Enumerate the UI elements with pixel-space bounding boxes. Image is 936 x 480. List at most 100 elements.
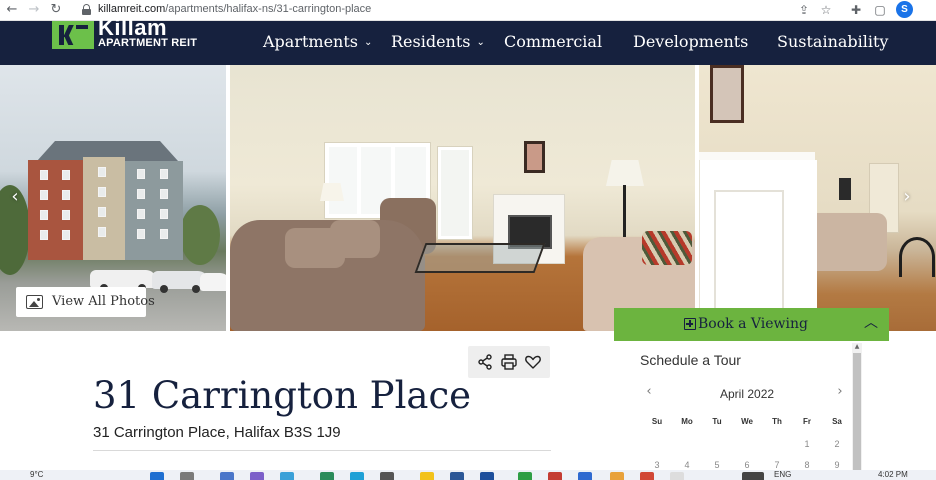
taskbar-app-icon[interactable] (548, 472, 562, 480)
search-icon[interactable] (180, 472, 194, 480)
chevron-up-icon[interactable]: ︿ (862, 314, 880, 332)
side-panel-icon[interactable]: ▢ (872, 2, 888, 18)
calendar-day[interactable]: 6 (735, 460, 759, 470)
heart-icon[interactable] (524, 353, 542, 371)
weather-text: 9°C (30, 470, 44, 479)
view-all-photos-label: View All Photos (52, 294, 155, 309)
weekday-label: Su (651, 417, 663, 426)
prev-month-icon[interactable]: ‹ (642, 385, 656, 399)
calendar-day[interactable]: 3 (645, 460, 669, 470)
killam-logo[interactable]: Killam APARTMENT REIT (52, 15, 197, 51)
forward-icon[interactable]: → (26, 2, 42, 18)
coffee-table (414, 243, 546, 273)
nav-commercial[interactable]: Commercial (504, 32, 602, 51)
schedule-tour-title: Schedule a Tour (640, 352, 741, 368)
calendar-day[interactable]: 5 (705, 460, 729, 470)
property-title: 31 Carrington Place (93, 374, 472, 417)
taskbar-app-icon[interactable] (280, 472, 294, 480)
taskbar-app-icon[interactable] (518, 472, 532, 480)
scroll-thumb[interactable] (853, 353, 861, 480)
building-brick-section (28, 160, 83, 260)
table-lamp (320, 183, 344, 201)
taskbar-app-icon[interactable] (320, 472, 334, 480)
taskbar-app-icon[interactable] (610, 472, 624, 480)
nav-apartments[interactable]: Apartments ⌄ (263, 32, 372, 51)
share-page-icon[interactable]: ⇪ (796, 2, 812, 18)
wall-picture (710, 65, 744, 123)
url-path: /apartments/halifax-ns/31-carrington-pla… (165, 3, 372, 15)
taskbar-app-icon[interactable] (640, 472, 654, 480)
next-month-icon[interactable]: › (833, 385, 847, 399)
weekday-label: Sa (832, 417, 842, 426)
nav-apartments-label: Apartments (263, 32, 358, 51)
panel-scrollbar[interactable]: ▲ (852, 343, 862, 480)
nav-commercial-label: Commercial (504, 32, 603, 51)
building-gray-section (125, 161, 183, 260)
image-icon (26, 295, 43, 309)
tree (180, 205, 220, 265)
taskbar-app-icon[interactable] (420, 472, 434, 480)
wall-picture (524, 141, 545, 173)
share-icon[interactable] (476, 353, 494, 371)
view-all-photos-button[interactable]: View All Photos (16, 287, 155, 317)
nav-residents[interactable]: Residents ⌄ (391, 32, 485, 51)
page: ← → ↻ killamreit.com/apartments/halifax-… (0, 0, 936, 480)
photo-gallery: ‹ › View All Photos (0, 65, 936, 331)
logo-mark-icon (52, 21, 94, 49)
book-viewing-header[interactable]: Book a Viewing ︿ (614, 308, 889, 341)
calendar-day[interactable]: 2 (825, 439, 849, 449)
weekday-label: Mo (681, 417, 693, 426)
taskbar-app-icon[interactable] (250, 472, 264, 480)
striped-pillow (642, 231, 692, 265)
nav-sustainability[interactable]: Sustainability (777, 32, 888, 51)
sofa (807, 213, 887, 271)
gallery-prev-icon[interactable]: ‹ (6, 185, 24, 209)
profile-avatar[interactable]: S (896, 1, 913, 18)
language-indicator[interactable]: ENG (774, 470, 791, 480)
print-icon[interactable] (500, 353, 518, 371)
url-text[interactable]: killamreit.com/apartments/halifax-ns/31-… (98, 3, 371, 15)
weekday-label: We (741, 417, 753, 426)
taskbar-app-icon[interactable] (742, 472, 764, 480)
chevron-down-icon: ⌄ (476, 37, 485, 48)
cabinet (839, 178, 851, 200)
taskbar-app-icon[interactable] (220, 472, 234, 480)
sofa (230, 220, 425, 331)
address-bar[interactable]: killamreit.com/apartments/halifax-ns/31-… (72, 1, 792, 19)
weekday-label: Fr (803, 417, 811, 426)
calendar-day[interactable]: 7 (765, 460, 789, 470)
taskbar-app-icon[interactable] (670, 472, 684, 480)
calendar-day[interactable]: 1 (795, 439, 819, 449)
bookmark-star-icon[interactable]: ☆ (818, 2, 834, 18)
nav-sustainability-label: Sustainability (777, 32, 889, 51)
gallery-next-icon[interactable]: › (898, 185, 916, 209)
clock-time[interactable]: 4:02 PM (878, 470, 908, 480)
side-table (899, 237, 935, 277)
calendar-day[interactable]: 4 (675, 460, 699, 470)
nav-developments[interactable]: Developments (633, 32, 748, 51)
taskbar-app-icon[interactable] (480, 472, 494, 480)
calendar-month: April 2022 (720, 387, 775, 401)
content-divider (93, 450, 551, 451)
extensions-icon[interactable]: ✚ (848, 2, 864, 18)
calendar-plus-icon (684, 318, 696, 330)
scroll-up-icon[interactable]: ▲ (852, 343, 862, 351)
weekday-label: Tu (712, 417, 722, 426)
nav-residents-label: Residents (391, 32, 471, 51)
logo-subtitle: APARTMENT REIT (98, 37, 198, 49)
taskbar-app-icon[interactable] (350, 472, 364, 480)
chevron-down-icon: ⌄ (364, 37, 373, 48)
property-address: 31 Carrington Place, Halifax B3S 1J9 (93, 424, 341, 441)
calendar-day[interactable]: 8 (795, 460, 819, 470)
book-viewing-label: Book a Viewing (698, 316, 808, 332)
back-icon[interactable]: ← (4, 2, 20, 18)
lock-icon (82, 4, 91, 15)
taskbar-app-icon[interactable] (578, 472, 592, 480)
taskbar-app-icon[interactable] (450, 472, 464, 480)
start-icon[interactable] (150, 472, 164, 480)
gallery-photo-living-room[interactable] (230, 65, 695, 331)
room-column (699, 160, 817, 331)
taskbar-app-icon[interactable] (380, 472, 394, 480)
calendar-day[interactable]: 9 (825, 460, 849, 470)
reload-icon[interactable]: ↻ (48, 2, 64, 18)
